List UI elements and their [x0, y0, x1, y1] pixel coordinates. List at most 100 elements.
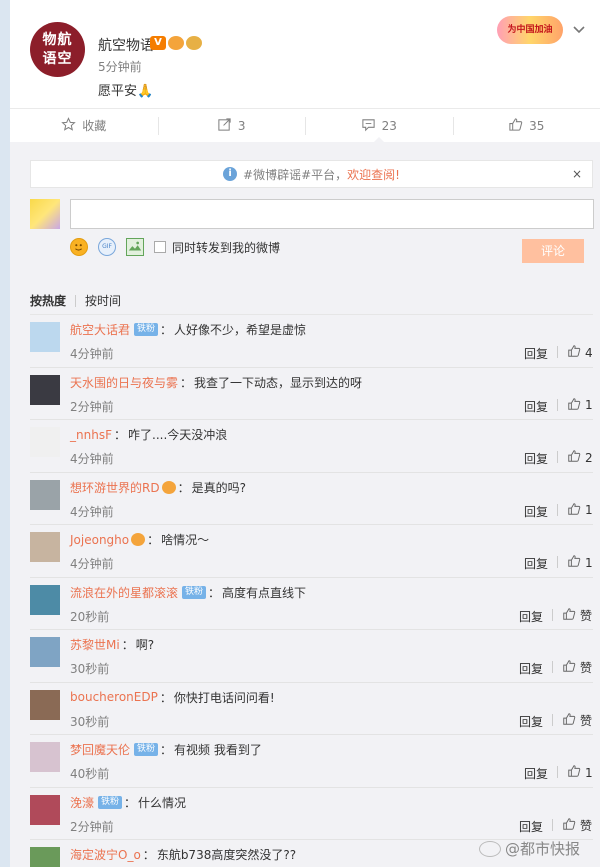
comment-time: 20秒前 [70, 609, 110, 624]
comment-like-button[interactable]: 赞 [562, 712, 592, 729]
commenter-name[interactable]: 苏黎世Mi [70, 636, 120, 653]
close-icon[interactable]: × [572, 167, 582, 181]
favorite-button[interactable]: 收藏 [10, 109, 158, 142]
commenter-name[interactable]: 天水围的日与夜与雾 [70, 374, 178, 391]
commenter-avatar[interactable] [30, 689, 60, 720]
repost-button[interactable]: 3 [157, 109, 306, 142]
commenter-avatar[interactable] [30, 479, 60, 510]
comment-section: i #微博辟谣#平台， 欢迎查阅! × GIF 同时转发到我的微博 评论 按热度… [10, 142, 600, 867]
reply-button[interactable]: 回复 [524, 503, 548, 520]
tab-sort-time[interactable]: 按时间 [85, 292, 121, 309]
commenter-name[interactable]: 海定波宁O_o [70, 846, 141, 863]
commenter-avatar[interactable] [30, 637, 60, 667]
comment-button[interactable]: 23 [305, 109, 453, 143]
commenter-avatar[interactable] [30, 584, 60, 615]
tab-divider [75, 294, 77, 307]
author-name[interactable]: 航空物语 [98, 35, 154, 55]
comment-text: 啥情况～ [161, 533, 210, 547]
commenter-name[interactable]: Jojeongho [70, 533, 129, 547]
commenter-name[interactable]: 想环游世界的RD [70, 479, 160, 496]
colon-separator: ： [147, 533, 160, 547]
action-divider [557, 346, 558, 358]
cheer-banner[interactable]: 为中国加油 [497, 16, 563, 44]
chevron-down-icon[interactable] [572, 22, 586, 36]
commenter-avatar[interactable] [30, 532, 60, 562]
comment-like-button[interactable]: 赞 [562, 607, 592, 624]
comment-like-button[interactable]: 1 [567, 502, 593, 519]
comment-like-button[interactable]: 赞 [562, 817, 592, 834]
comment-count: 23 [381, 118, 397, 133]
commenter-avatar[interactable] [30, 794, 60, 825]
comment-list: 航空大话君 铁粉：人好像不少，希望是虚惊 4分钟前 回复 4 天水围的日与夜与雾：我查了一… [30, 315, 593, 867]
comment-text: 人好像不少，希望是虚惊 [174, 323, 307, 337]
comment-like-count: 赞 [580, 608, 593, 623]
reply-button[interactable]: 回复 [524, 765, 548, 782]
commenter-name[interactable]: 流浪在外的星都滚滚 [70, 584, 178, 601]
reply-button[interactable]: 回复 [524, 450, 548, 467]
comment-like-button[interactable]: 赞 [562, 659, 592, 676]
comment-like-count: 赞 [580, 818, 593, 833]
action-divider [552, 661, 553, 673]
comment-item: 梦回魔天伦 铁粉：有视频 我看到了 40秒前 回复 1 [30, 735, 593, 788]
verified-badge-icon: V [150, 36, 166, 50]
comment-line: 天水围的日与夜与雾：我查了一下动态，显示到达的呀 [70, 374, 362, 391]
tab-sort-hot[interactable]: 按热度 [30, 292, 66, 309]
comment-time: 30秒前 [70, 714, 110, 729]
reply-button[interactable]: 回复 [524, 398, 548, 415]
thumbs-up-icon [567, 554, 581, 571]
comment-item: boucheronEDP：你快打电话问问看! 30秒前 回复 赞 [30, 683, 593, 735]
emoji-icon[interactable] [70, 238, 88, 256]
commenter-avatar[interactable] [30, 427, 60, 457]
commenter-avatar[interactable] [30, 322, 60, 352]
gif-icon[interactable]: GIF [98, 238, 116, 256]
comment-like-button[interactable]: 1 [567, 397, 593, 414]
comment-like-button[interactable]: 4 [567, 344, 593, 361]
commenter-name[interactable]: boucheronEDP [70, 690, 158, 704]
comment-line: _nnhsF：咋了....今天没冲浪 [70, 426, 227, 443]
notice-link[interactable]: 欢迎查阅! [347, 166, 400, 183]
commenter-name[interactable]: 浼濠 [70, 794, 94, 811]
repost-checkbox-label[interactable]: 同时转发到我的微博 [172, 239, 280, 256]
repost-checkbox[interactable] [154, 241, 166, 253]
reply-button[interactable]: 回复 [524, 555, 548, 572]
reply-button[interactable]: 回复 [519, 608, 543, 625]
comment-like-count: 1 [585, 503, 593, 517]
fan-badge: 铁粉 [134, 323, 159, 336]
reply-button[interactable]: 回复 [519, 818, 543, 835]
commenter-avatar[interactable] [30, 847, 60, 867]
commenter-name[interactable]: 航空大话君 [70, 321, 130, 338]
action-divider [557, 503, 558, 516]
my-avatar[interactable] [30, 199, 60, 229]
comment-time: 2分钟前 [70, 819, 114, 834]
submit-comment-button[interactable]: 评论 [522, 239, 584, 263]
comment-like-count: 1 [585, 765, 593, 780]
comment-like-button[interactable]: 2 [567, 449, 593, 466]
comment-like-button[interactable]: 1 [567, 554, 593, 571]
comment-line: 海定波宁O_o：东航b738高度突然没了?? [70, 846, 296, 863]
comment-time: 4分钟前 [70, 452, 114, 466]
like-button[interactable]: 35 [452, 109, 600, 142]
thumbs-up-icon [562, 712, 576, 729]
composer-tools: GIF 同时转发到我的微博 [70, 238, 280, 256]
post-time[interactable]: 5分钟前 [98, 58, 142, 75]
image-icon[interactable] [126, 238, 144, 256]
fan-medal-icon [186, 36, 202, 50]
reply-button[interactable]: 回复 [524, 345, 548, 362]
fan-badge: 铁粉 [182, 585, 207, 599]
commenter-name[interactable]: 梦回魔天伦 [70, 741, 130, 758]
action-divider [557, 766, 558, 778]
action-divider [557, 451, 558, 463]
comment-line: 浼濠 铁粉：什么情况 [70, 794, 186, 811]
commenter-avatar[interactable] [30, 374, 60, 405]
colon-separator: ： [160, 323, 173, 337]
comment-icon [361, 117, 376, 135]
medal-icon [131, 533, 146, 546]
comment-input[interactable] [70, 199, 594, 229]
reply-button[interactable]: 回复 [519, 660, 543, 677]
commenter-avatar[interactable] [30, 742, 60, 772]
post-header: 物航 语空 航空物语 V 5分钟前 愿平安🙏 为中国加油 [10, 0, 600, 108]
author-avatar[interactable]: 物航 语空 [30, 22, 85, 77]
reply-button[interactable]: 回复 [519, 713, 543, 730]
commenter-name[interactable]: _nnhsF [70, 428, 112, 442]
comment-like-button[interactable]: 1 [567, 764, 593, 781]
